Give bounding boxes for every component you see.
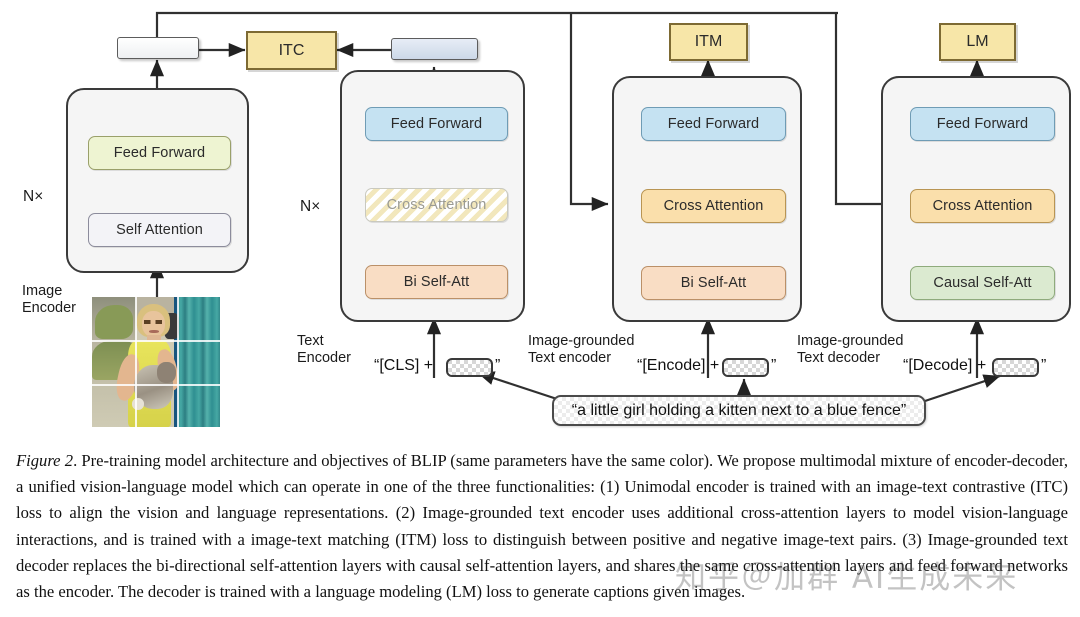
lm-token-prefix: “[Decode] + [903, 357, 991, 374]
itm-token-prefix: “[Encode] + [637, 357, 724, 374]
layer-label: Cross Attention [386, 197, 487, 213]
layer-label: Cross Attention [932, 198, 1033, 214]
layer-label: Bi Self-Att [680, 275, 747, 291]
layer-label: Cross Attention [663, 198, 764, 214]
module-text-encoder: Feed Forward Cross Attention Bi Self-Att [340, 70, 525, 322]
layer-causal-self-att-lm: Causal Self-Att [910, 266, 1055, 300]
image-grounded-text-decoder-label: Image-grounded Text decoder [797, 333, 904, 366]
layer-feed-forward-lm: Feed Forward [910, 107, 1055, 141]
layer-label: Feed Forward [390, 116, 483, 132]
layer-cross-attention-lm: Cross Attention [910, 189, 1055, 223]
figure-caption-label: Figure 2 [16, 451, 74, 470]
lm-token-box [992, 358, 1039, 377]
layer-label: Bi Self-Att [403, 274, 470, 290]
module-image-encoder: Feed Forward Self Attention [66, 88, 249, 273]
layer-feed-forward-itm: Feed Forward [641, 107, 786, 141]
caption-bubble: “a little girl holding a kitten next to … [552, 395, 926, 426]
module-image-grounded-text-decoder: Feed Forward Cross Attention Causal Self… [881, 76, 1071, 322]
layer-feed-forward-image: Feed Forward [88, 136, 231, 170]
figure-caption: Figure 2. Pre-training model architectur… [16, 448, 1068, 605]
itm-token-box [722, 358, 769, 377]
objective-itc: ITC [246, 31, 337, 70]
figure-caption-body: . Pre-training model architecture and ob… [16, 451, 1068, 602]
objective-itm-label: ITM [694, 33, 723, 50]
layer-bi-self-att-itm: Bi Self-Att [641, 266, 786, 300]
text-feature-bar [391, 38, 478, 60]
text-encoder-label: Text Encoder [297, 333, 352, 366]
layer-cross-attention-itm: Cross Attention [641, 189, 786, 223]
input-image-thumbnail [92, 297, 220, 427]
objective-itc-label: ITC [278, 41, 305, 59]
text-encoder-token-box [446, 358, 493, 377]
objective-itm: ITM [669, 23, 748, 61]
layer-feed-forward-text: Feed Forward [365, 107, 508, 141]
image-grounded-text-encoder-label: Image-grounded Text encoder [528, 333, 635, 366]
lm-token-suffix: ” [1041, 357, 1047, 374]
module-image-grounded-text-encoder: Feed Forward Cross Attention Bi Self-Att [612, 76, 802, 322]
layer-cross-attention-disabled: Cross Attention [365, 188, 508, 222]
layer-label: Feed Forward [667, 116, 760, 132]
text-encoder-token-prefix: “[CLS] + [374, 357, 438, 374]
text-encoder-repeat: N× [300, 198, 321, 215]
layer-label: Feed Forward [936, 116, 1029, 132]
image-feature-bar [117, 37, 199, 59]
layer-label: Causal Self-Att [933, 275, 1032, 291]
caption-bubble-text: “a little girl holding a kitten next to … [571, 401, 907, 419]
objective-lm-label: LM [966, 33, 989, 50]
itm-token-suffix: ” [771, 357, 777, 374]
residual-add-nodes [146, 74, 988, 258]
layer-self-attention-image: Self Attention [88, 213, 231, 247]
text-encoder-token-suffix: ” [495, 357, 501, 374]
objective-lm: LM [939, 23, 1016, 61]
image-encoder-label: Image Encoder [22, 283, 77, 316]
layer-label: Self Attention [116, 222, 203, 238]
figure-diagram: ITC ITM LM Feed Forward Self Attention N… [0, 0, 1080, 435]
layer-bi-self-att-text: Bi Self-Att [365, 265, 508, 299]
layer-label: Feed Forward [113, 145, 206, 161]
image-encoder-repeat: N× [23, 188, 44, 205]
